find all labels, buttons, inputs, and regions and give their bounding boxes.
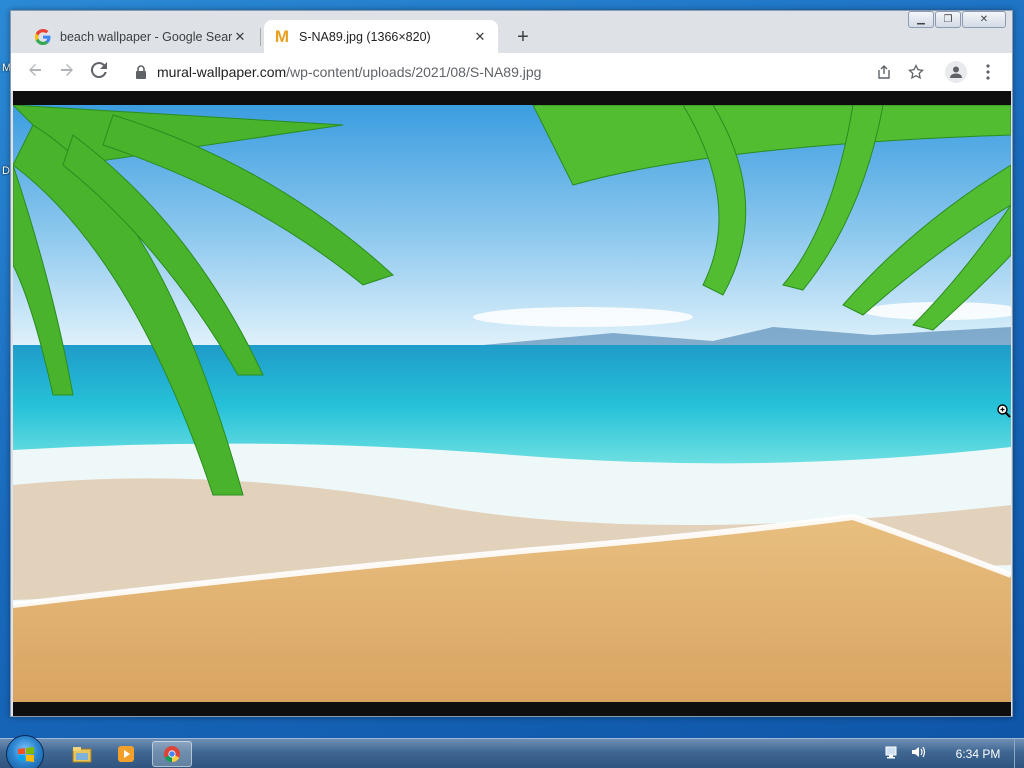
taskbar: 6:34 PM [0, 735, 1024, 768]
bookmark-star-icon[interactable] [905, 61, 927, 83]
volume-icon[interactable] [910, 744, 926, 765]
mural-m-icon: M [274, 26, 290, 46]
show-desktop-button[interactable] [1014, 739, 1024, 768]
explorer-icon[interactable] [62, 741, 102, 767]
tab-strip: beach wallpaper - Google Search ✕ M S-NA… [11, 11, 1012, 53]
tab-title: beach wallpaper - Google Search [60, 29, 232, 44]
page-content [13, 91, 1011, 716]
browser-window: beach wallpaper - Google Search ✕ M S-NA… [10, 10, 1013, 717]
address-bar[interactable]: mural-wallpaper.com/wp-content/uploads/2… [125, 57, 895, 87]
desktop-icon-label[interactable]: D [2, 165, 10, 177]
network-icon[interactable] [884, 744, 900, 765]
reload-icon[interactable] [87, 60, 111, 84]
lock-icon[interactable] [135, 65, 149, 79]
window-controls: ▁ ❐ ✕ [907, 11, 1006, 28]
tab-image[interactable]: M S-NA89.jpg (1366×820) ✕ [264, 20, 498, 53]
maximize-button[interactable]: ❐ [935, 11, 961, 28]
back-icon[interactable] [23, 60, 47, 84]
system-tray: 6:34 PM [884, 739, 1024, 768]
media-player-icon[interactable] [106, 741, 146, 767]
beach-palm-photo[interactable] [13, 105, 1011, 702]
profile-avatar-icon[interactable] [945, 61, 967, 83]
new-tab-button[interactable]: + [511, 26, 535, 50]
tab-divider [260, 28, 261, 46]
start-button[interactable] [6, 735, 44, 768]
toolbar: mural-wallpaper.com/wp-content/uploads/2… [11, 53, 1012, 91]
url-text[interactable]: mural-wallpaper.com/wp-content/uploads/2… [157, 64, 541, 80]
minimize-button[interactable]: ▁ [908, 11, 934, 28]
menu-kebab-icon[interactable] [977, 61, 999, 83]
zoom-in-cursor-icon [997, 404, 1011, 423]
tab-close-icon[interactable]: ✕ [472, 29, 488, 45]
tab-title: S-NA89.jpg (1366×820) [299, 29, 431, 44]
share-icon[interactable] [873, 61, 895, 83]
tab-close-icon[interactable]: ✕ [232, 29, 248, 45]
chrome-icon[interactable] [152, 741, 192, 767]
close-window-button[interactable]: ✕ [962, 11, 1006, 28]
clock[interactable]: 6:34 PM [948, 747, 1008, 761]
forward-icon[interactable] [55, 60, 79, 84]
google-g-icon [35, 28, 51, 45]
url-path: /wp-content/uploads/2021/08/S-NA89.jpg [286, 64, 542, 80]
tab-google-search[interactable]: beach wallpaper - Google Search ✕ [25, 20, 258, 53]
url-host: mural-wallpaper.com [157, 64, 287, 80]
